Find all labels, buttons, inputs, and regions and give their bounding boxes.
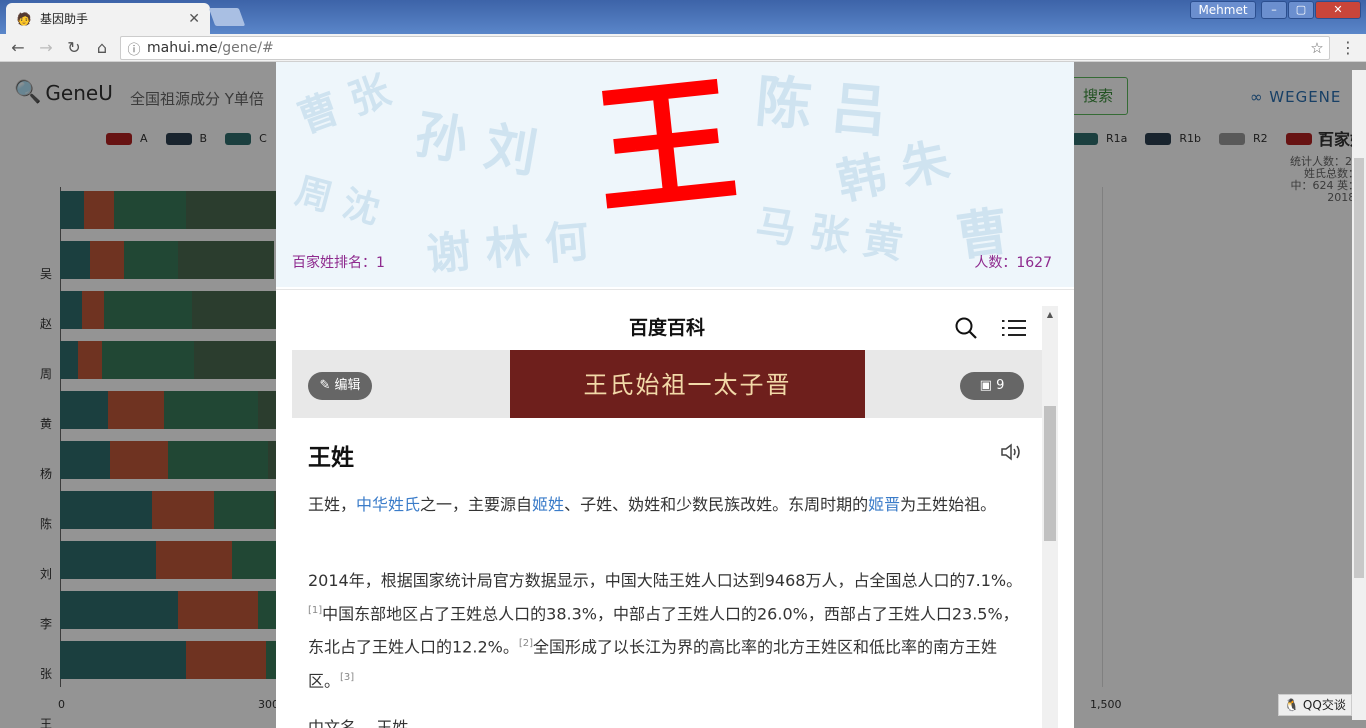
browser-menu-icon[interactable]: ⋮: [1338, 38, 1358, 58]
reload-icon[interactable]: ↻: [64, 38, 84, 58]
back-arrow-icon[interactable]: ←: [8, 38, 28, 58]
entry-title: 王姓: [308, 445, 354, 471]
scroll-up-icon[interactable]: ▲: [1044, 310, 1056, 320]
tab-close-icon[interactable]: ✕: [188, 11, 200, 27]
word-cloud-text: 周 沈: [291, 170, 384, 233]
meta-value: 王姓: [376, 718, 409, 728]
page-scrollbar-thumb[interactable]: [1354, 158, 1364, 578]
baike-header: 百度百科: [628, 317, 705, 339]
surname-count: 人数：1627: [974, 255, 1052, 271]
surname-character: 王: [587, 62, 745, 236]
page-scrollbar[interactable]: [1352, 70, 1366, 720]
gallery-button[interactable]: ▣ 9: [960, 372, 1024, 400]
meta-label: 中文名: [308, 718, 357, 728]
list-menu-icon[interactable]: [1002, 318, 1026, 338]
browser-tab-active[interactable]: 🧑 基因助手 ✕: [6, 3, 210, 34]
tab-title: 基因助手: [40, 12, 89, 26]
baike-embed: 百度百科 王氏始祖一太子晋 ✎ 编辑 ▣ 9 王姓 王姓，中华姓氏之一，主要源自…: [292, 306, 1057, 728]
divider: [276, 289, 1074, 290]
word-cloud-text: 曹 张: [292, 67, 397, 143]
browser-toolbar: ← → ↻ ⌂ ⓘ mahui.me/gene/# ☆ ⋮: [0, 34, 1366, 62]
home-icon[interactable]: ⌂: [92, 38, 112, 58]
new-tab-button[interactable]: [208, 8, 246, 26]
minimize-button[interactable]: –: [1261, 1, 1287, 19]
info-icon[interactable]: ⓘ: [121, 39, 147, 58]
window-titlebar: 🧑 基因助手 ✕ Mehmet – ▢ ✕: [0, 0, 1366, 34]
surname-modal: 曹 张 孙 刘 周 沈 谢 林 何 陈 吕 韩 朱 马 张 黄 曹 王 百家姓排…: [276, 62, 1074, 728]
address-bar[interactable]: ⓘ mahui.me/gene/# ☆: [120, 36, 1330, 60]
link-zhonghua-xingshi[interactable]: 中华姓氏: [356, 495, 420, 514]
close-window-button[interactable]: ✕: [1315, 1, 1361, 19]
forward-arrow-icon[interactable]: →: [36, 38, 56, 58]
surname-rank: 百家姓排名：1: [292, 255, 385, 271]
search-icon[interactable]: [954, 316, 978, 340]
meta-row: 中文名 王姓: [308, 714, 408, 728]
speaker-icon[interactable]: [1000, 442, 1022, 462]
link-ji-surname[interactable]: 姬姓: [532, 495, 564, 514]
entry-population-paragraph: 2014年，根据国家统计局官方数据显示，中国大陆王姓人口达到9468万人，占全国…: [308, 571, 1023, 690]
link-ji-jin[interactable]: 姬晋: [868, 495, 900, 514]
surname-hero: 曹 张 孙 刘 周 沈 谢 林 何 陈 吕 韩 朱 马 张 黄 曹 王 百家姓排…: [276, 62, 1074, 287]
reference-3[interactable]: [3]: [340, 672, 354, 683]
address-url: mahui.me/gene/#: [147, 40, 274, 56]
site-favicon-icon: 🧑: [16, 11, 32, 26]
rank-row: 百家姓排名：1 人数：1627: [292, 252, 1052, 274]
ancestor-plaque-image: 王氏始祖一太子晋: [510, 350, 865, 418]
reference-2[interactable]: [2]: [519, 638, 533, 649]
baike-scrollbar-thumb[interactable]: [1044, 406, 1056, 541]
reference-1[interactable]: [1]: [308, 605, 322, 616]
entry-banner: 王氏始祖一太子晋 ✎ 编辑 ▣ 9: [292, 350, 1042, 418]
edit-button[interactable]: ✎ 编辑: [308, 372, 372, 400]
bookmark-star-icon[interactable]: ☆: [1305, 39, 1329, 57]
maximize-button[interactable]: ▢: [1288, 1, 1314, 19]
entry-intro-paragraph: 王姓，中华姓氏之一，主要源自姬姓、子姓、妫姓和少数民族改姓。东周时期的姬晋为王姓…: [308, 495, 997, 514]
qq-chat-button[interactable]: 🐧 QQ交谈: [1278, 694, 1352, 716]
baike-scrollbar[interactable]: ▲: [1042, 306, 1058, 728]
profile-button[interactable]: Mehmet: [1190, 1, 1256, 19]
word-cloud-text: 孙 刘: [410, 104, 542, 186]
